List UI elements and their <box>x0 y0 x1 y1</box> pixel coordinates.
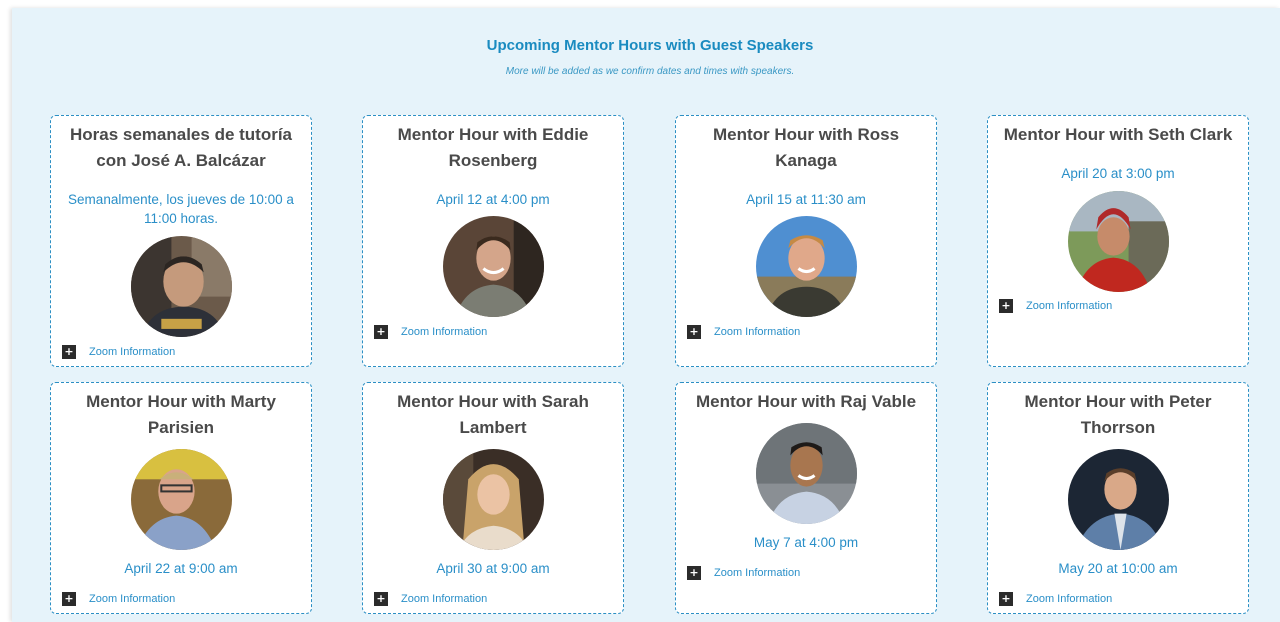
zoom-information-toggle[interactable]: + Zoom Information <box>374 592 487 606</box>
mentor-card-thorrson: Mentor Hour with Peter Thorrson May 20 a… <box>987 382 1249 614</box>
zoom-information-toggle[interactable]: + Zoom Information <box>687 325 800 339</box>
avatar <box>756 216 857 317</box>
plus-icon: + <box>62 345 76 359</box>
zoom-information-label: Zoom Information <box>714 567 801 579</box>
mentor-card-parisien: Mentor Hour with Marty Parisien April 22… <box>50 382 312 614</box>
zoom-information-label: Zoom Information <box>1026 300 1113 312</box>
card-title: Mentor Hour with Eddie Rosenberg <box>397 125 589 170</box>
mentor-card-rosenberg: Mentor Hour with Eddie Rosenberg April 1… <box>362 115 624 367</box>
plus-icon: + <box>374 325 388 339</box>
card-title: Horas semanales de tutoría con José A. B… <box>69 125 293 170</box>
card-date: April 15 at 11:30 am <box>746 192 866 207</box>
card-date: Semanalmente, los jueves de 10:00 a 11:0… <box>68 192 294 226</box>
card-title: Mentor Hour with Raj Vable <box>695 392 917 411</box>
card-title: Mentor Hour with Ross Kanaga <box>712 125 900 170</box>
zoom-information-label: Zoom Information <box>401 593 488 605</box>
section-subtitle: More will be added as we confirm dates a… <box>505 66 795 77</box>
zoom-information-toggle[interactable]: + Zoom Information <box>62 345 175 359</box>
zoom-information-label: Zoom Information <box>401 326 488 338</box>
card-date: April 12 at 4:00 pm <box>436 192 550 207</box>
zoom-information-toggle[interactable]: + Zoom Information <box>999 299 1112 313</box>
mentor-card-balcazar: Horas semanales de tutoría con José A. B… <box>50 115 312 367</box>
zoom-information-toggle[interactable]: + Zoom Information <box>374 325 487 339</box>
plus-icon: + <box>999 299 1013 313</box>
avatar <box>131 449 232 550</box>
card-title: Mentor Hour with Peter Thorrson <box>1024 392 1212 437</box>
avatar <box>1068 449 1169 550</box>
mentor-card-clark: Mentor Hour with Seth Clark April 20 at … <box>987 115 1249 367</box>
zoom-information-toggle[interactable]: + Zoom Information <box>687 566 800 580</box>
avatar <box>756 423 857 524</box>
avatar <box>443 216 544 317</box>
plus-icon: + <box>687 325 701 339</box>
card-title: Mentor Hour with Seth Clark <box>1003 125 1233 144</box>
card-date: May 20 at 10:00 am <box>1058 561 1178 576</box>
zoom-information-toggle[interactable]: + Zoom Information <box>62 592 175 606</box>
zoom-information-label: Zoom Information <box>714 326 801 338</box>
avatar <box>1068 191 1169 292</box>
mentor-card-vable: Mentor Hour with Raj Vable May 7 at 4:00… <box>675 382 937 614</box>
card-title: Mentor Hour with Sarah Lambert <box>397 392 589 437</box>
plus-icon: + <box>687 566 701 580</box>
card-date: April 22 at 9:00 am <box>124 561 238 576</box>
zoom-information-label: Zoom Information <box>89 346 176 358</box>
zoom-information-label: Zoom Information <box>1026 593 1113 605</box>
mentor-card-kanaga: Mentor Hour with Ross Kanaga April 15 at… <box>675 115 937 367</box>
card-date: May 7 at 4:00 pm <box>753 535 859 550</box>
section-title: Upcoming Mentor Hours with Guest Speaker… <box>486 37 814 54</box>
mentor-card-lambert: Mentor Hour with Sarah Lambert April 30 … <box>362 382 624 614</box>
avatar <box>443 449 544 550</box>
zoom-information-label: Zoom Information <box>89 593 176 605</box>
avatar <box>131 236 232 337</box>
card-date: April 20 at 3:00 pm <box>1061 166 1175 181</box>
card-date: April 30 at 9:00 am <box>436 561 550 576</box>
card-title: Mentor Hour with Marty Parisien <box>86 392 276 437</box>
zoom-information-toggle[interactable]: + Zoom Information <box>999 592 1112 606</box>
plus-icon: + <box>62 592 76 606</box>
plus-icon: + <box>374 592 388 606</box>
plus-icon: + <box>999 592 1013 606</box>
